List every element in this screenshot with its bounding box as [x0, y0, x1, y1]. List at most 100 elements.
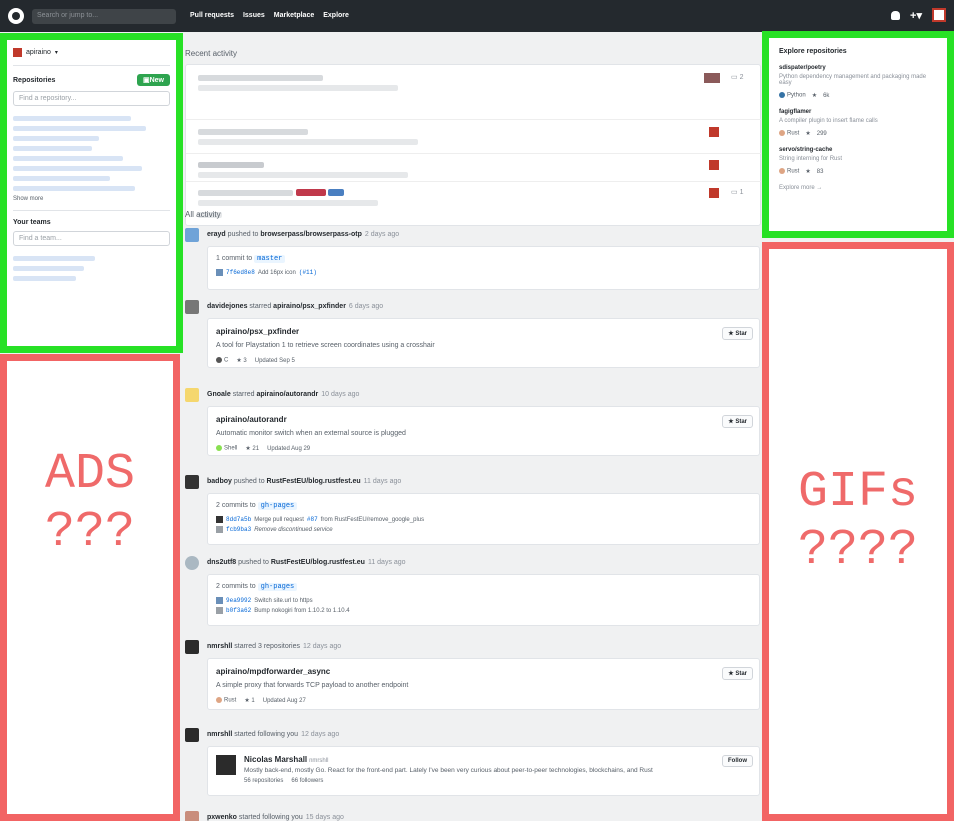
repo-link[interactable]	[13, 156, 123, 161]
feed-header: badboy pushed to RustFestEU/blog.rustfes…	[207, 478, 402, 485]
repo-card: apiraino/mpdforwarder_async A simple pro…	[207, 658, 760, 710]
repo-link[interactable]	[13, 136, 100, 141]
repo-link[interactable]	[13, 126, 147, 131]
notifications-bell-icon[interactable]	[891, 10, 901, 20]
repo-link[interactable]	[13, 116, 131, 121]
repo-link[interactable]: apiraino/psx_pxfinder	[273, 303, 346, 310]
repo-link[interactable]	[13, 176, 111, 181]
commit-sha-link[interactable]: fcb9ba3	[226, 526, 251, 533]
recent-activity-item[interactable]: ▭ 2	[186, 71, 766, 99]
repo-title-link[interactable]: apiraino/mpdforwarder_async	[216, 667, 751, 676]
actor-link[interactable]: pxwenko	[207, 814, 237, 821]
star-button[interactable]: ★ Star	[722, 667, 753, 680]
profile-avatar[interactable]	[216, 755, 236, 775]
actor-link[interactable]: nmrshll	[207, 731, 232, 738]
user-avatar[interactable]	[185, 300, 199, 314]
explore-repo[interactable]: servo/string-cache String interning for …	[779, 147, 937, 175]
star-icon: ★	[805, 169, 811, 175]
explore-repo-name[interactable]: servo/string-cache	[779, 147, 937, 153]
star-button[interactable]: ★ Star	[722, 415, 753, 428]
repo-title-link[interactable]: apiraino/psx_pxfinder	[216, 327, 751, 336]
team-link[interactable]	[13, 276, 76, 281]
actor-link[interactable]: dns2utf8	[207, 559, 236, 566]
nav-issues[interactable]: Issues	[243, 12, 265, 19]
left-sidebar: apiraino ▾ Repositories ▣New Find a repo…	[0, 33, 183, 353]
feed-item-follow: nmrshll started following you 12 days ago…	[185, 728, 765, 803]
nav-marketplace[interactable]: Marketplace	[274, 12, 314, 19]
repo-description: A simple proxy that forwards TCP payload…	[216, 682, 409, 689]
new-repo-button[interactable]: ▣New	[136, 74, 170, 86]
repo-link[interactable]	[13, 186, 136, 191]
comment-count: ▭ 2	[731, 74, 744, 81]
repo-description: A tool for Playstation 1 to retrieve scr…	[216, 342, 435, 349]
main-nav: Pull requests Issues Marketplace Explore	[190, 12, 349, 19]
user-avatar[interactable]	[185, 475, 199, 489]
show-more-link[interactable]: Show more	[13, 196, 170, 202]
repo-link[interactable]: apiraino/autorandr	[256, 391, 318, 398]
repo-link[interactable]: RustFestEU/blog.rustfest.eu	[267, 478, 361, 485]
user-avatar[interactable]	[185, 640, 199, 654]
user-avatar[interactable]	[185, 388, 199, 402]
explore-repo-desc: String interning for Rust	[779, 156, 843, 162]
comment-icon: ▭	[731, 74, 738, 81]
chevron-down-icon: ▾	[54, 50, 58, 56]
explore-more-link[interactable]: Explore more →	[779, 185, 937, 191]
actor-link[interactable]: Gnoale	[207, 391, 231, 398]
find-repository-input[interactable]: Find a repository...	[13, 91, 170, 106]
branch-label[interactable]: master	[254, 255, 286, 263]
header-actions: +▾	[891, 8, 946, 22]
repo-link[interactable]: browserpass/browserpass-otp	[260, 231, 362, 238]
follow-button[interactable]: Follow	[722, 755, 753, 767]
nav-pull-requests[interactable]: Pull requests	[190, 12, 234, 19]
branch-label[interactable]: gh-pages	[257, 502, 298, 510]
team-link[interactable]	[13, 256, 95, 261]
recent-item-avatar	[704, 73, 720, 83]
star-icon: ★	[728, 419, 734, 425]
commit-sha-link[interactable]: 8dd7a5b	[226, 516, 251, 523]
recent-activity-item[interactable]	[186, 125, 766, 153]
explore-title: Explore repositories	[779, 48, 847, 55]
repo-title-link[interactable]: apiraino/autorandr	[216, 415, 751, 424]
create-new-plus-icon[interactable]: +▾	[910, 9, 922, 22]
push-card: 1 commit to master 7f6ed8e8 Add 16px icon…	[207, 246, 760, 290]
star-icon: ★	[805, 131, 811, 137]
repo-link[interactable]	[13, 166, 142, 171]
commit-sha-link[interactable]: b0f3a62	[226, 607, 251, 614]
feed-header: pxwenko started following you 15 days ago	[207, 814, 344, 821]
recent-activity-item[interactable]: ▭ 1	[186, 186, 766, 220]
actor-link[interactable]: badboy	[207, 478, 232, 485]
branch-label[interactable]: gh-pages	[257, 583, 298, 591]
user-avatar[interactable]	[185, 811, 199, 821]
explore-repo[interactable]: fagigflamer A compiler plugin to insert …	[779, 109, 937, 137]
repo-link[interactable]	[13, 146, 92, 151]
commit-sha-link[interactable]: 9ea9992	[226, 597, 251, 604]
actor-link[interactable]: erayd	[207, 231, 226, 238]
explore-repo-desc: A compiler plugin to insert flame calls	[779, 118, 878, 124]
actor-link[interactable]: davidejones	[207, 303, 247, 310]
user-avatar	[13, 48, 22, 57]
user-avatar[interactable]	[185, 228, 199, 242]
user-avatar-menu[interactable]	[932, 8, 946, 22]
commit-sha-link[interactable]: 7f6ed8e8	[226, 269, 255, 276]
pr-link[interactable]: (#11)	[299, 269, 317, 276]
repo-link[interactable]: RustFestEU/blog.rustfest.eu	[271, 559, 365, 566]
commit-row: b0f3a62 Bump nokogiri from 1.10.2 to 1.10…	[216, 607, 751, 614]
find-team-input[interactable]: Find a team...	[13, 231, 170, 246]
explore-repo-name[interactable]: fagigflamer	[779, 109, 937, 115]
user-avatar[interactable]	[185, 728, 199, 742]
star-button[interactable]: ★ Star	[722, 327, 753, 340]
explore-repo[interactable]: sdispater/poetry Python dependency manag…	[779, 65, 937, 99]
pr-link[interactable]: #87	[307, 516, 318, 523]
language-color-dot	[216, 357, 222, 364]
account-switcher[interactable]: apiraino ▾	[13, 48, 170, 57]
actor-link[interactable]: nmrshll	[207, 643, 232, 650]
search-input[interactable]: Search or jump to...	[32, 9, 176, 24]
user-avatar[interactable]	[185, 556, 199, 570]
nav-explore[interactable]: Explore	[323, 12, 349, 19]
recent-item-avatar	[709, 160, 719, 170]
team-link[interactable]	[13, 266, 84, 271]
explore-repo-name[interactable]: sdispater/poetry	[779, 65, 937, 71]
github-logo-icon[interactable]	[8, 8, 24, 24]
ads-annotation-text: ADS ???	[44, 446, 135, 561]
profile-name-link[interactable]: Nicolas Marshall	[244, 755, 307, 764]
